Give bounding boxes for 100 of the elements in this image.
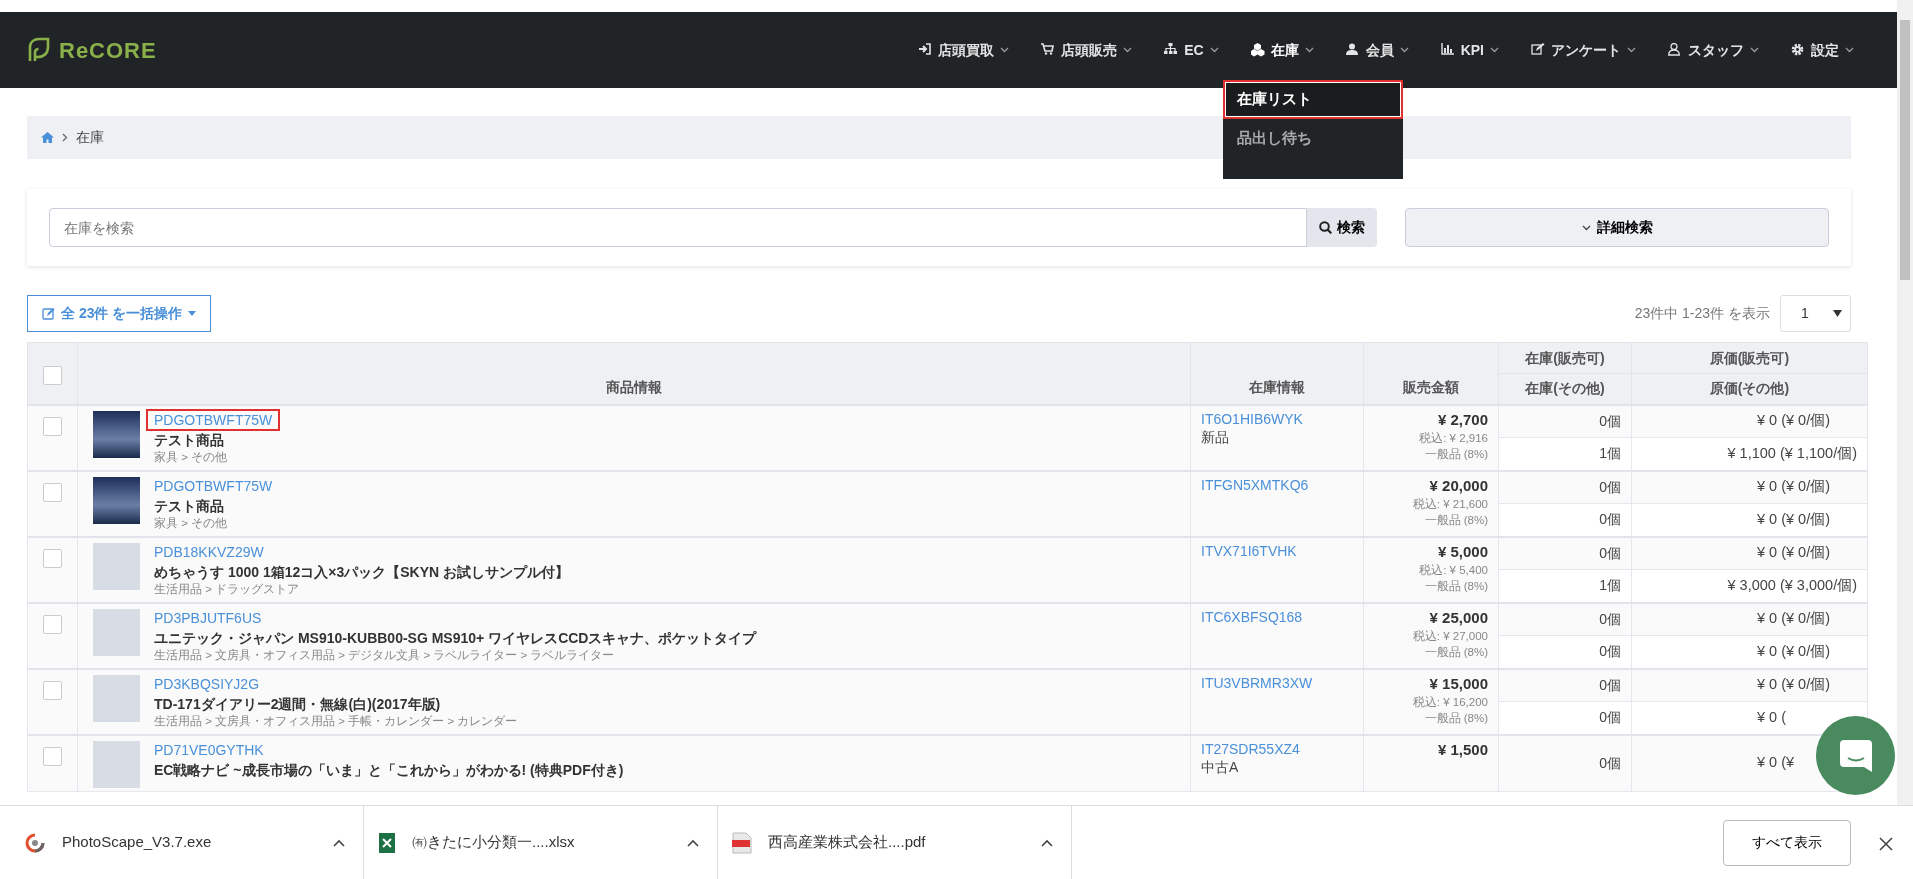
page-select[interactable]: 1 bbox=[1780, 295, 1851, 332]
file-name: PhotoScape_V3.7.exe bbox=[62, 832, 213, 853]
row-checkbox[interactable] bbox=[43, 416, 62, 436]
product-name: ユニテック・ジャパン MS910-KUBB00-SG MS910+ ワイヤレスCCDスキャナ、ポケットタイプ bbox=[154, 628, 757, 647]
file-name: 西高産業株式会社....pdf bbox=[768, 832, 927, 853]
download-item[interactable]: PhotoScape_V3.7.exe bbox=[24, 805, 364, 879]
photo-placeholder bbox=[93, 608, 140, 656]
pagination-summary: 23件中 1-23件 を表示 bbox=[1634, 304, 1770, 323]
advanced-search-button[interactable]: 詳細検索 bbox=[1405, 208, 1829, 247]
tax-class-text: 一般品 (8%) bbox=[1423, 710, 1488, 726]
nav-menu-item[interactable]: スタッフ bbox=[1652, 12, 1775, 88]
search-field[interactable]: 在庫を検索 bbox=[49, 208, 1307, 247]
close-icon bbox=[1879, 837, 1893, 852]
column-header: 原価(販売可) bbox=[1709, 349, 1790, 366]
chat-bubble-icon bbox=[1837, 737, 1874, 774]
caret-icon bbox=[1399, 47, 1409, 53]
nav-menu-item[interactable]: KPI bbox=[1424, 12, 1515, 88]
cost-text: ¥ 0 ( bbox=[1757, 707, 1787, 727]
logo-text: ReCORE bbox=[59, 36, 157, 65]
cubes-icon bbox=[1250, 43, 1265, 57]
nav-menu-item[interactable]: アンケート bbox=[1515, 12, 1652, 88]
pdf-file-icon bbox=[732, 831, 752, 854]
stock-count: 0個 bbox=[1599, 544, 1621, 561]
row-checkbox[interactable] bbox=[43, 680, 62, 700]
tax-included-text: 税込: ¥ 16,200 bbox=[1411, 694, 1488, 710]
show-all-button[interactable]: すべて表示 bbox=[1723, 819, 1851, 866]
dropdown-item[interactable]: 在庫リスト bbox=[1222, 80, 1403, 119]
photo-placeholder bbox=[93, 410, 140, 458]
condition-text: 中古A bbox=[1201, 757, 1240, 776]
caret-icon bbox=[1627, 47, 1636, 53]
app-icon bbox=[24, 831, 46, 854]
row-checkbox[interactable] bbox=[43, 548, 62, 568]
tax-class-text: 一般品 (8%) bbox=[1423, 512, 1488, 528]
edit-icon bbox=[1531, 43, 1545, 57]
price-text: ¥ 15,000 bbox=[1428, 673, 1488, 694]
tax-included-text: 税込: ¥ 27,000 bbox=[1411, 628, 1488, 644]
nav-menu-item[interactable]: 設定 bbox=[1775, 12, 1870, 88]
file-name: ㈲きたに小分類一....xlsx bbox=[412, 832, 576, 853]
product-name: めちゃうす 1000 1箱12コ入×3パック【SKYN お試しサンプル付】 bbox=[154, 562, 570, 581]
tax-included-text: 税込: ¥ 21,600 bbox=[1411, 496, 1488, 512]
chevron-up-icon bbox=[333, 838, 345, 847]
product-name: テスト商品 bbox=[154, 430, 225, 449]
stock-count: 0個 bbox=[1599, 676, 1621, 693]
search-button[interactable]: 検索 bbox=[1307, 208, 1377, 247]
column-header: 在庫(その他) bbox=[1525, 380, 1605, 397]
photo-placeholder bbox=[93, 740, 140, 788]
category-path: 生活用品 > 文房具・オフィス用品 > 手帳・カレンダー > カレンダー bbox=[154, 713, 518, 729]
stock-count: 0個 bbox=[1599, 643, 1621, 660]
user-icon bbox=[1345, 43, 1360, 57]
price-text: ¥ 5,000 bbox=[1436, 541, 1488, 562]
condition-text: 新品 bbox=[1201, 427, 1230, 446]
stock-count: 1個 bbox=[1599, 577, 1621, 594]
caret-icon bbox=[1490, 47, 1499, 53]
cost-text: ¥ 0 (¥ 0/個) bbox=[1757, 411, 1832, 431]
row-checkbox[interactable] bbox=[43, 614, 62, 634]
category-path: 家具 > その他 bbox=[154, 515, 229, 531]
cost-text: ¥ 0 (¥ 0/個) bbox=[1757, 477, 1832, 497]
edit-icon bbox=[42, 307, 55, 320]
photo-placeholder bbox=[93, 542, 140, 590]
spreadsheet-icon bbox=[378, 831, 396, 854]
tax-included-text: 税込: ¥ 2,916 bbox=[1418, 430, 1488, 446]
download-item[interactable]: ㈲きたに小分類一....xlsx bbox=[378, 805, 718, 879]
tax-class-text: 一般品 (8%) bbox=[1423, 644, 1488, 660]
product-name: テスト商品 bbox=[154, 496, 225, 515]
caret-icon bbox=[188, 311, 197, 316]
cost-text: ¥ 0 (¥ 0/個) bbox=[1757, 543, 1832, 563]
stock-count: 0個 bbox=[1599, 511, 1621, 528]
photo-placeholder bbox=[93, 674, 140, 722]
stock-count: 0個 bbox=[1599, 412, 1621, 429]
row-checkbox[interactable] bbox=[43, 746, 62, 766]
caret-icon bbox=[1581, 224, 1591, 231]
column-header: 販売金額 bbox=[1403, 378, 1459, 395]
breadcrumb-item: 在庫 bbox=[76, 128, 104, 147]
gear-icon bbox=[1791, 43, 1805, 57]
caret-icon bbox=[1833, 310, 1842, 317]
home-icon[interactable] bbox=[41, 132, 54, 143]
caret-icon bbox=[1304, 47, 1314, 53]
user-outline-icon bbox=[1668, 43, 1682, 57]
stock-count: 0個 bbox=[1599, 478, 1621, 495]
dropdown-item[interactable]: 品出し待ち bbox=[1222, 118, 1403, 157]
photo-placeholder bbox=[93, 476, 140, 524]
caret-icon bbox=[1123, 47, 1133, 53]
chevron-up-icon bbox=[687, 838, 699, 847]
tax-class-text: 一般品 (8%) bbox=[1423, 578, 1488, 594]
nav-menu-item[interactable]: 店頭買取 bbox=[902, 12, 1026, 88]
sign-in-icon bbox=[918, 43, 933, 57]
column-header: 商品情報 bbox=[606, 378, 662, 395]
stock-count: 0個 bbox=[1599, 754, 1621, 771]
download-item[interactable]: 西高産業株式会社....pdf bbox=[732, 805, 1072, 879]
row-checkbox[interactable] bbox=[43, 482, 62, 502]
category-path: 家具 > その他 bbox=[154, 449, 229, 465]
category-path: 生活用品 > 文房具・オフィス用品 > デジタル文具 > ラベルライター > ラベルライター bbox=[154, 647, 616, 663]
stock-count: 0個 bbox=[1599, 610, 1621, 627]
select-all-checkbox[interactable] bbox=[43, 365, 62, 385]
nav-menu-item[interactable]: 店頭販売 bbox=[1025, 12, 1149, 88]
caret-icon bbox=[1209, 47, 1219, 53]
bar-chart-icon bbox=[1440, 43, 1455, 57]
scrollbar[interactable] bbox=[1897, 0, 1913, 805]
product-name: EC戦略ナビ ~成長市場の「いま」と「これから」がわかる! (特典PDF付き) bbox=[154, 760, 624, 779]
product-name: TD-171ダイアリー2週間・無線(白)(2017年版) bbox=[154, 694, 442, 713]
